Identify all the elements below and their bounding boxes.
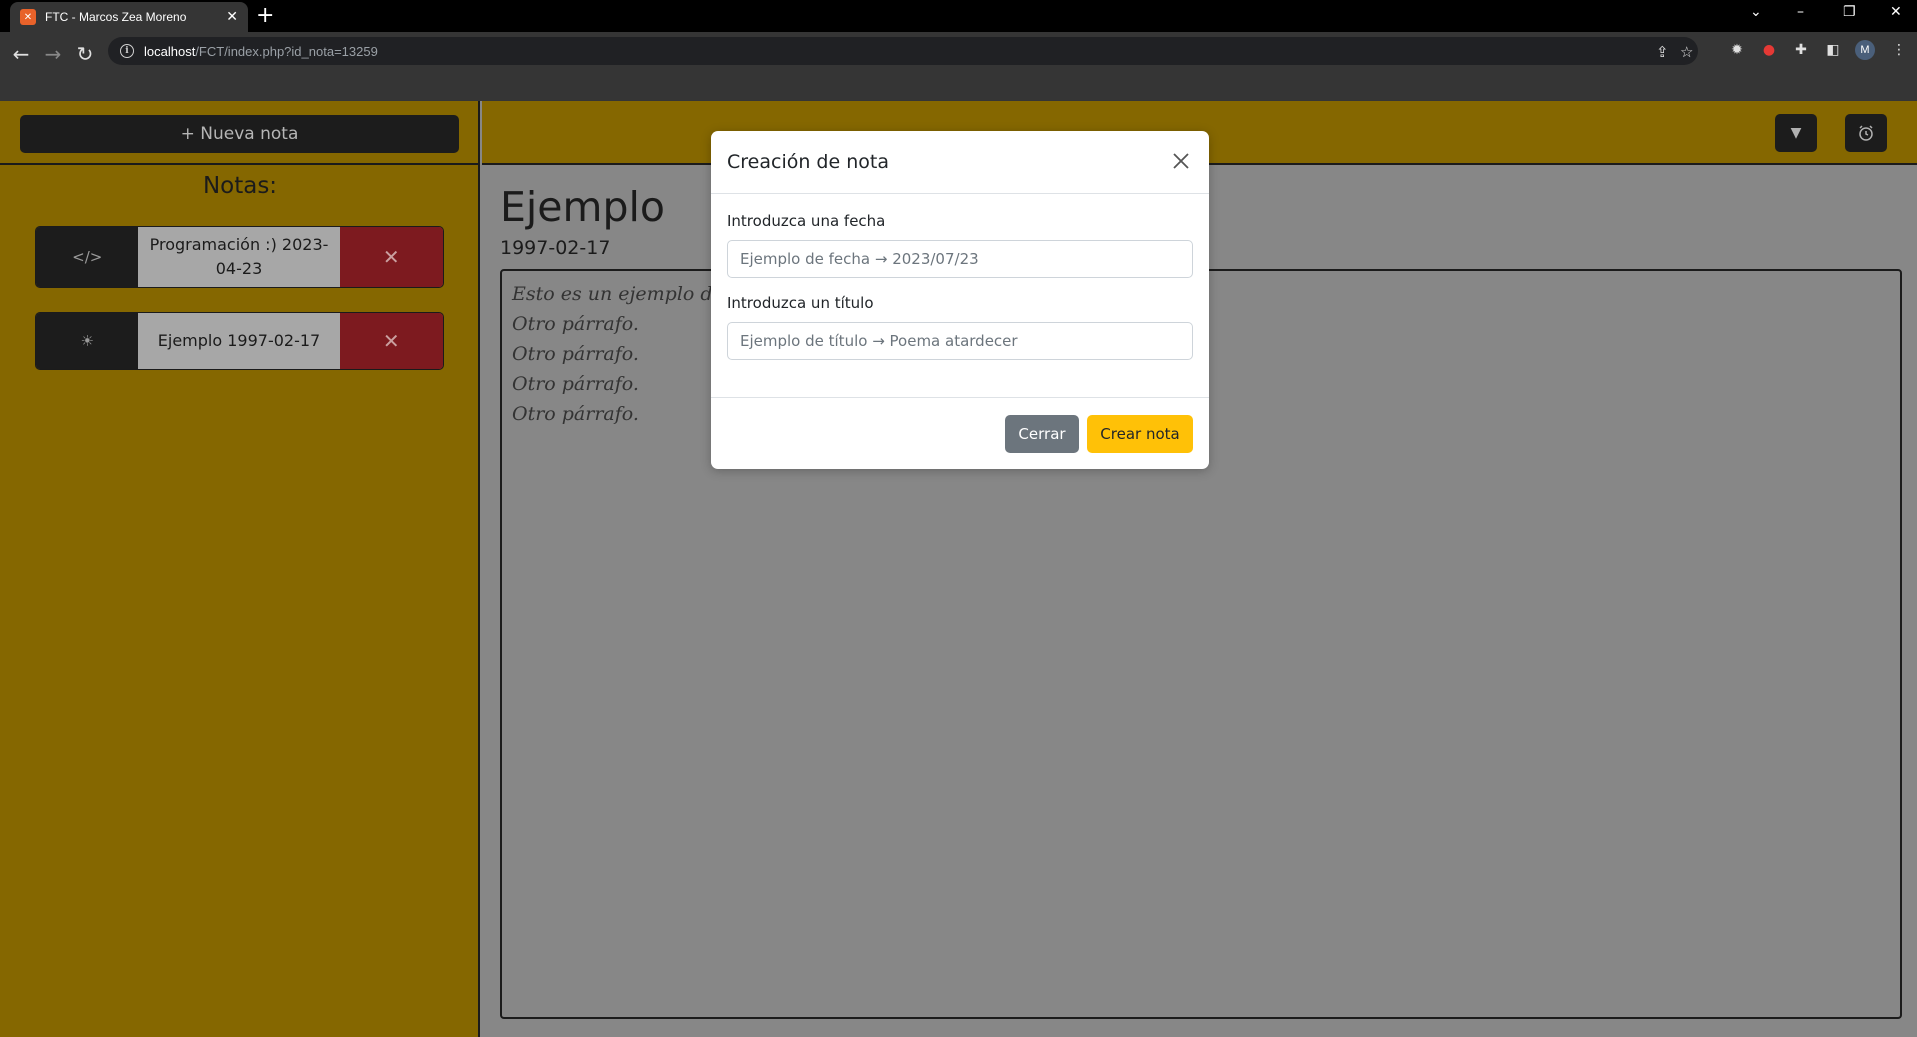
- back-icon[interactable]: ←: [7, 40, 35, 68]
- modal-title: Creación de nota: [727, 151, 889, 173]
- xampp-favicon-icon: ✕: [20, 9, 36, 25]
- close-button[interactable]: Cerrar: [1005, 415, 1079, 453]
- extensions-puzzle-icon[interactable]: ✚: [1792, 41, 1810, 59]
- sun-icon[interactable]: ☀: [36, 313, 139, 369]
- url-path: /FCT/index.php?id_nota=13259: [195, 43, 378, 59]
- dropdown-caret-icon[interactable]: ▼: [1775, 114, 1817, 152]
- browser-menu-icon[interactable]: ⋮: [1890, 41, 1908, 59]
- forward-icon[interactable]: →: [39, 40, 67, 68]
- note-label[interactable]: Ejemplo 1997-02-17: [138, 313, 340, 369]
- tab-close-icon[interactable]: ✕: [226, 9, 238, 25]
- extension-gear-icon[interactable]: ✹: [1728, 41, 1746, 59]
- browser-tab[interactable]: ✕ FTC - Marcos Zea Moreno ✕: [10, 2, 248, 32]
- note-item: ☀ Ejemplo 1997-02-17 ✕: [35, 312, 444, 370]
- minimize-icon[interactable]: –: [1797, 4, 1804, 20]
- code-icon[interactable]: </>: [36, 227, 139, 287]
- title-input[interactable]: [727, 322, 1193, 360]
- create-note-button[interactable]: Crear nota: [1087, 415, 1193, 453]
- note-item: </> Programación :) 2023-04-23 ✕: [35, 226, 444, 288]
- sidebar: + Nueva nota Notas: </> Programación :) …: [0, 101, 480, 1037]
- share-icon[interactable]: ⇪: [1656, 43, 1669, 61]
- modal-header: Creación de nota: [711, 131, 1209, 194]
- create-note-modal: Creación de nota Introduzca una fecha In…: [711, 131, 1209, 469]
- note-label[interactable]: Programación :) 2023-04-23: [138, 227, 340, 287]
- delete-note-icon[interactable]: ✕: [339, 313, 443, 369]
- date-label: Introduzca una fecha: [727, 212, 886, 230]
- tab-title: FTC - Marcos Zea Moreno: [45, 10, 187, 24]
- profile-avatar[interactable]: M: [1855, 40, 1875, 60]
- modal-close-icon[interactable]: [1169, 149, 1193, 173]
- bookmark-star-icon[interactable]: ☆: [1680, 43, 1693, 61]
- new-tab-icon[interactable]: +: [256, 3, 274, 29]
- address-bar[interactable]: i localhost/FCT/index.php?id_nota=13259 …: [108, 37, 1698, 65]
- extension-block-icon[interactable]: ●: [1760, 41, 1778, 59]
- title-label: Introduzca un título: [727, 294, 874, 312]
- site-info-icon[interactable]: i: [120, 44, 134, 58]
- notes-heading: Notas:: [202, 173, 278, 199]
- modal-footer: Cerrar Crear nota: [711, 398, 1209, 468]
- date-input[interactable]: [727, 240, 1193, 278]
- restore-icon[interactable]: ❐: [1843, 4, 1856, 20]
- reload-icon[interactable]: ↻: [71, 40, 99, 68]
- window-close-icon[interactable]: ✕: [1890, 4, 1902, 20]
- side-panel-icon[interactable]: ◧: [1824, 41, 1842, 59]
- modal-body: Introduzca una fecha Introduzca un títul…: [711, 194, 1209, 398]
- browser-tab-bar: ✕ FTC - Marcos Zea Moreno ✕ + ⌄ – ❐ ✕: [0, 0, 1917, 32]
- alarm-clock-icon[interactable]: [1845, 114, 1887, 152]
- note-title: Ejemplo: [500, 183, 665, 231]
- tab-search-icon[interactable]: ⌄: [1750, 4, 1762, 20]
- sidebar-header: + Nueva nota: [0, 101, 480, 165]
- delete-note-icon[interactable]: ✕: [339, 227, 443, 287]
- note-date: 1997-02-17: [500, 237, 611, 259]
- new-note-button[interactable]: + Nueva nota: [20, 115, 459, 153]
- url-host: localhost: [144, 43, 196, 59]
